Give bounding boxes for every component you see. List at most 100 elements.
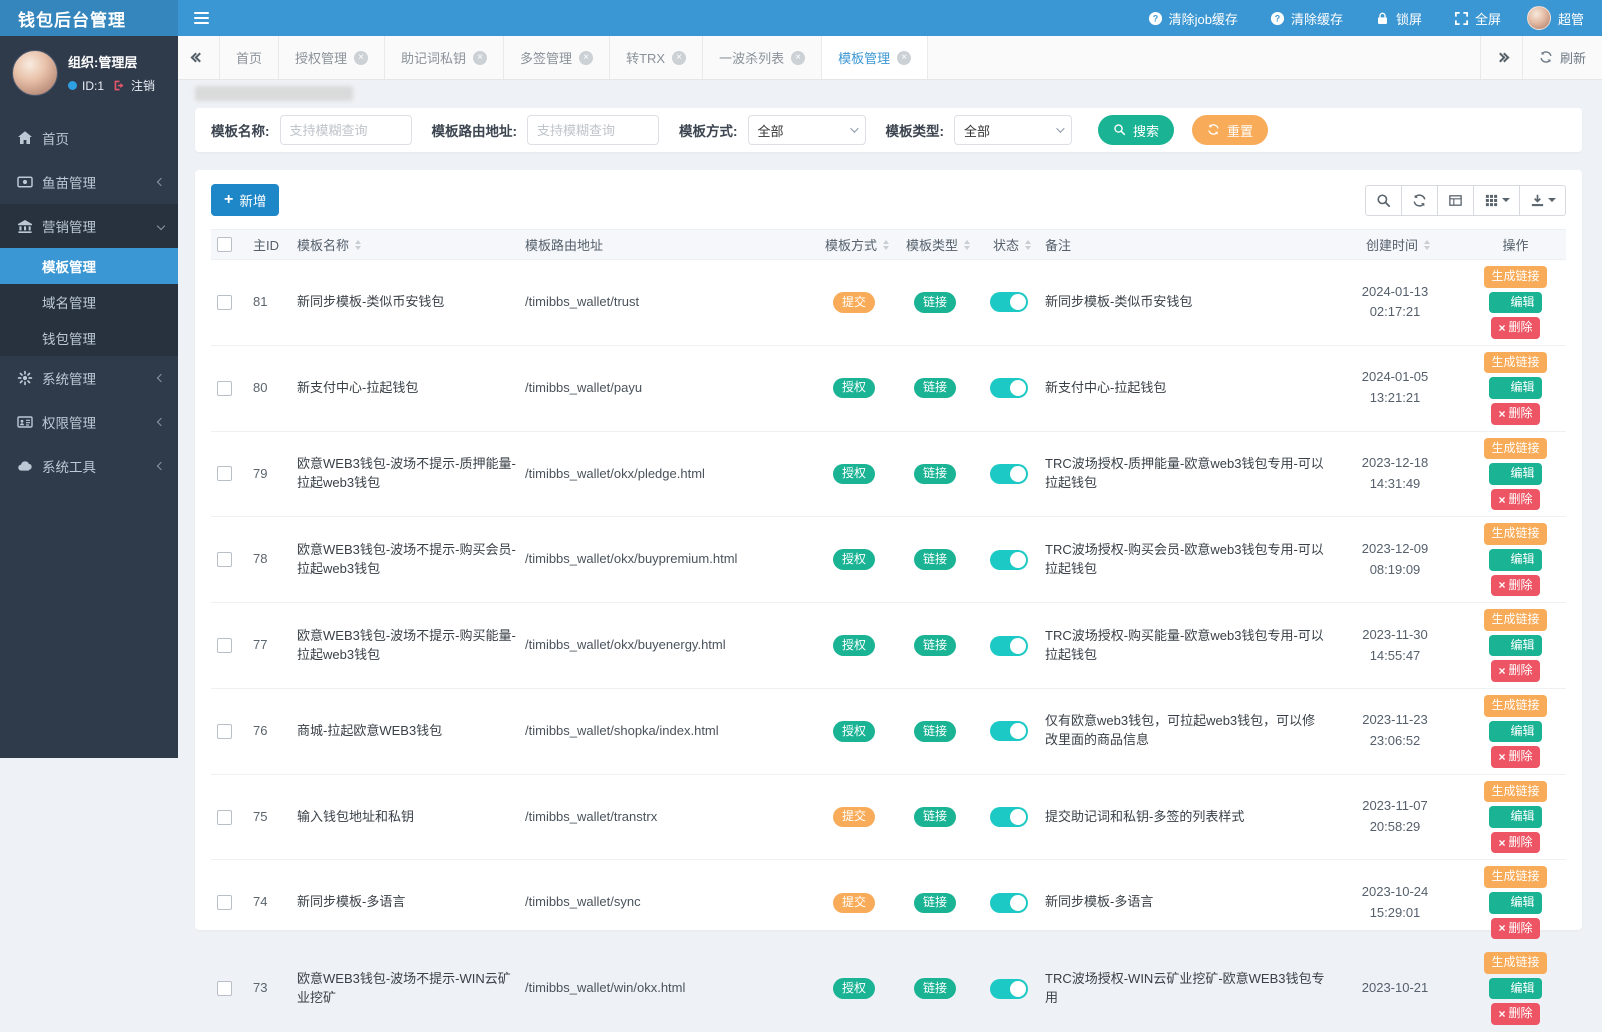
status-toggle[interactable] [990,721,1028,741]
fullscreen-button[interactable]: 全屏 [1438,0,1517,36]
select-all-checkbox[interactable] [217,237,232,252]
tab[interactable]: 一波杀列表 × [703,36,822,79]
status-toggle[interactable] [990,979,1028,999]
edit-button[interactable]: 编辑 [1489,806,1541,828]
sidebar-item-template[interactable]: 模板管理 [0,248,178,284]
sidebar-item-fry[interactable]: 鱼苗管理 [0,160,178,204]
sidebar-item-marketing[interactable]: 营销管理 [0,204,178,248]
status-toggle[interactable] [990,292,1028,312]
tabs-scroll-left-button[interactable] [178,36,220,79]
tabs-scroll-right-button[interactable] [1480,36,1522,79]
delete-button[interactable]: × 删除 [1491,489,1539,511]
sidebar-item-home[interactable]: 首页 [0,116,178,160]
status-toggle[interactable] [990,378,1028,398]
tab-close-icon[interactable]: × [354,51,368,65]
delete-button[interactable]: × 删除 [1491,918,1539,940]
generate-link-button[interactable]: 生成链接 [1484,609,1546,631]
export-button[interactable] [1519,185,1566,216]
column-header[interactable]: 创建时间 [1331,235,1465,254]
sidebar-item-tools[interactable]: 系统工具 [0,444,178,488]
tab-close-icon[interactable]: × [473,51,487,65]
row-checkbox[interactable] [217,552,232,567]
delete-button[interactable]: × 删除 [1491,832,1539,854]
table-view-button[interactable] [1437,185,1474,216]
row-checkbox[interactable] [217,381,232,396]
generate-link-button[interactable]: 生成链接 [1484,866,1546,888]
search-button[interactable]: 搜索 [1098,115,1174,145]
generate-link-button[interactable]: 生成链接 [1484,438,1546,460]
delete-button[interactable]: × 删除 [1491,1003,1539,1025]
edit-button[interactable]: 编辑 [1489,635,1541,657]
logout-button[interactable]: 注销 [131,77,155,94]
status-toggle[interactable] [990,807,1028,827]
status-toggle[interactable] [990,636,1028,656]
edit-button[interactable]: 编辑 [1489,892,1541,914]
column-header[interactable]: 模板名称 [297,235,525,254]
sort-icon[interactable] [355,240,361,250]
delete-button[interactable]: × 删除 [1491,575,1539,597]
tab-close-icon[interactable]: × [897,51,911,65]
tab[interactable]: 多签管理 × [504,36,610,79]
generate-link-button[interactable]: 生成链接 [1484,523,1546,545]
columns-button[interactable] [1473,185,1520,216]
sidebar-item-domain[interactable]: 域名管理 [0,284,178,320]
template-route-input[interactable] [527,115,659,145]
edit-button[interactable]: 编辑 [1489,721,1541,743]
table-refresh-button[interactable] [1401,185,1438,216]
tab[interactable]: 转TRX × [610,36,703,79]
delete-button[interactable]: × 删除 [1491,317,1539,339]
generate-link-button[interactable]: 生成链接 [1484,695,1546,717]
sidebar-item-system[interactable]: 系统管理 [0,356,178,400]
template-method-select[interactable]: 全部 [748,115,866,145]
sort-icon[interactable] [1424,240,1430,250]
row-checkbox[interactable] [217,724,232,739]
template-type-select[interactable]: 全部 [954,115,1072,145]
generate-link-button[interactable]: 生成链接 [1484,781,1546,803]
table-search-button[interactable] [1365,185,1402,216]
clear-job-cache-button[interactable]: ? 清除job缓存 [1132,0,1254,36]
template-name-input[interactable] [280,115,412,145]
sidebar-item-wallet[interactable]: 钱包管理 [0,320,178,356]
tab[interactable]: 模板管理 × [822,36,928,79]
tab[interactable]: 助记词私钥 × [385,36,504,79]
delete-button[interactable]: × 删除 [1491,660,1539,682]
sort-icon[interactable] [883,240,889,250]
hamburger-button[interactable] [178,0,224,36]
tab-close-icon[interactable]: × [672,51,686,65]
delete-button[interactable]: × 删除 [1491,403,1539,425]
row-checkbox[interactable] [217,810,232,825]
generate-link-button[interactable]: 生成链接 [1484,952,1546,974]
status-toggle[interactable] [990,550,1028,570]
column-header[interactable]: 模板方式 [817,235,897,254]
sort-icon[interactable] [1025,240,1031,250]
status-toggle[interactable] [990,464,1028,484]
generate-link-button[interactable]: 生成链接 [1484,352,1546,374]
lock-screen-button[interactable]: 锁屏 [1359,0,1438,36]
user-menu[interactable]: 超管 [1517,0,1602,36]
row-checkbox[interactable] [217,466,232,481]
tab-refresh-button[interactable]: 刷新 [1522,36,1602,79]
column-header[interactable]: 状态 [979,235,1045,254]
edit-button[interactable]: 编辑 [1489,463,1541,485]
clear-cache-button[interactable]: ? 清除缓存 [1254,0,1359,36]
add-button[interactable]: + 新增 [211,184,279,216]
sidebar-item-permission[interactable]: 权限管理 [0,400,178,444]
edit-button[interactable]: 编辑 [1489,292,1541,314]
tab[interactable]: 首页 [220,36,279,79]
edit-button[interactable]: 编辑 [1489,978,1541,1000]
generate-link-button[interactable]: 生成链接 [1484,266,1546,288]
tab[interactable]: 授权管理 × [279,36,385,79]
row-checkbox[interactable] [217,638,232,653]
edit-button[interactable]: 编辑 [1489,377,1541,399]
row-checkbox[interactable] [217,981,232,996]
delete-button[interactable]: × 删除 [1491,746,1539,768]
tab-close-icon[interactable]: × [579,51,593,65]
column-header[interactable]: 模板类型 [897,235,979,254]
row-checkbox[interactable] [217,895,232,910]
tab-close-icon[interactable]: × [791,51,805,65]
row-checkbox[interactable] [217,295,232,310]
reset-button[interactable]: 重置 [1192,115,1268,145]
sort-icon[interactable] [964,240,970,250]
status-toggle[interactable] [990,893,1028,913]
edit-button[interactable]: 编辑 [1489,549,1541,571]
